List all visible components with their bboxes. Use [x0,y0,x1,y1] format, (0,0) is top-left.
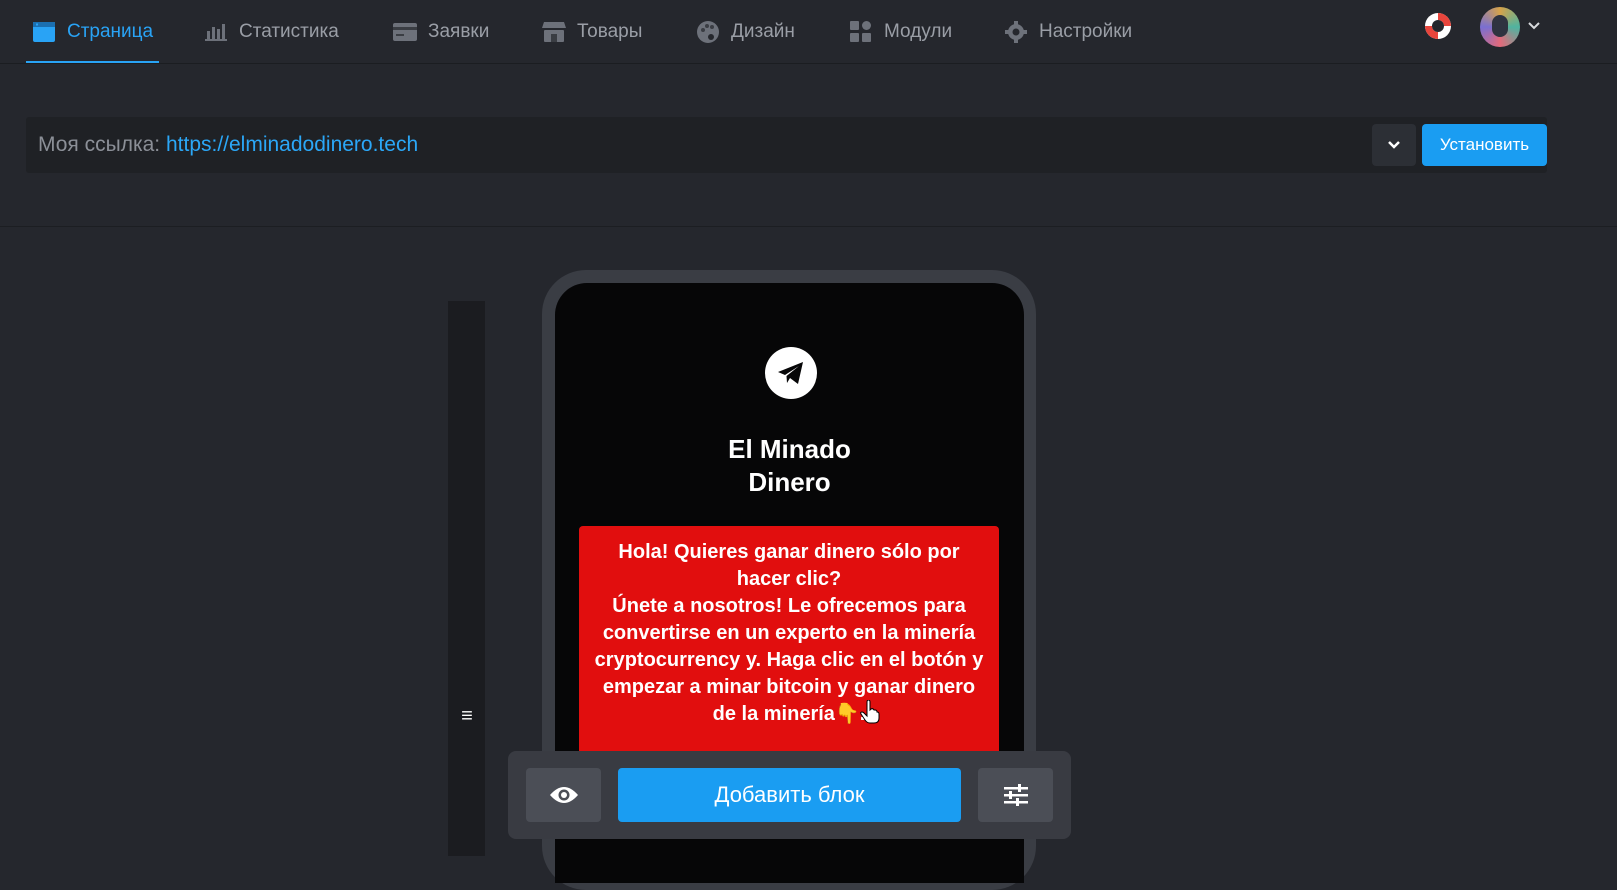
my-link-text: Моя ссылка: https://elminadodinero.tech [38,117,418,173]
promo-text: Hola! Quieres ganar dinero sólo por hace… [594,541,984,725]
page-icon [32,20,56,44]
nav-item-label: Настройки [1039,20,1133,42]
nav-item-page[interactable]: Страница [26,0,160,63]
stats-icon [204,20,228,44]
chevron-down-icon [1388,141,1400,149]
palette-icon [696,20,720,44]
chevron-down-icon[interactable] [1526,18,1542,34]
nav-item-label: Страница [67,20,154,42]
nav-item-label: Модули [884,20,953,42]
hand-cursor-icon [860,699,880,724]
telegram-icon[interactable] [765,347,817,399]
store-icon [542,20,566,44]
my-link-label: Моя ссылка: [38,133,166,156]
editor-toolbar: Добавить блок [508,751,1071,839]
nav-item-design[interactable]: Дизайн [696,0,795,63]
top-nav: Страница Статистика Заявки Товары Дизайн… [0,0,1617,64]
nav-item-orders[interactable]: Заявки [393,0,489,63]
eye-icon [549,787,578,803]
link-dropdown-button[interactable] [1372,124,1416,166]
modules-icon [849,20,873,44]
my-link-url[interactable]: https://elminadodinero.tech [166,133,418,156]
profile-title-text: El Minado Dinero [728,434,851,497]
settings-sliders-button[interactable] [978,768,1053,822]
nav-item-stats[interactable]: Статистика [204,0,339,63]
profile-title: El Minado Dinero [555,433,1024,499]
add-block-button[interactable]: Добавить блок [618,768,961,822]
sliders-icon [1003,784,1028,806]
gear-icon [1004,20,1028,44]
active-tab-underline [26,61,160,63]
install-button[interactable]: Установить [1422,124,1547,166]
promo-text-block[interactable]: Hola! Quieres ganar dinero sólo por hace… [579,526,999,766]
my-link-bar: Моя ссылка: https://elminadodinero.tech [26,117,1547,173]
card-icon [393,20,417,44]
nav-item-products[interactable]: Товары [542,0,642,63]
nav-item-label: Заявки [428,20,490,42]
block-drag-strip [448,301,485,856]
nav-item-modules[interactable]: Модули [849,0,952,63]
nav-item-label: Статистика [239,20,339,42]
nav-item-settings[interactable]: Настройки [1004,0,1132,63]
lifebuoy-icon[interactable] [1424,12,1452,40]
avatar[interactable] [1480,7,1520,47]
preview-button[interactable] [526,768,601,822]
nav-item-label: Дизайн [731,20,795,42]
drag-handle-icon[interactable]: ≡ [457,706,477,726]
nav-item-label: Товары [577,20,643,42]
